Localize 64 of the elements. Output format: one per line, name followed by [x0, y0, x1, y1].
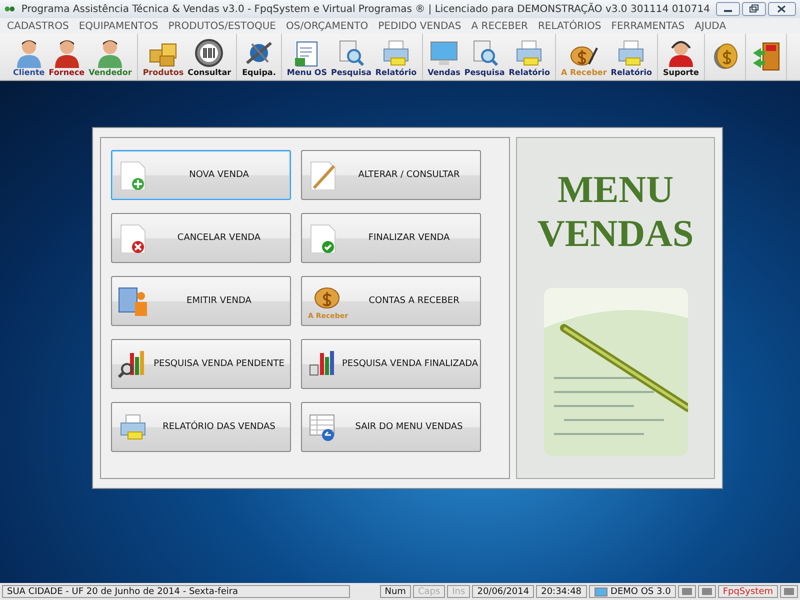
- window-title: Programa Assistência Técnica & Vendas v3.0 - FpqSystem e Virtual Programas ® | Licenciado para DEMONSTRAÇÃO v3.0 301114 010714: [21, 4, 710, 14]
- status-panel: Ins: [447, 585, 470, 598]
- minimize-icon[interactable]: [716, 2, 740, 16]
- menu-button[interactable]: EMITIR VENDA: [111, 276, 291, 326]
- toolbar-label[interactable]: Produtos: [142, 68, 184, 77]
- toolbar-label[interactable]: Relatório: [375, 68, 417, 77]
- menu-button[interactable]: ALTERAR / CONSULTAR: [301, 150, 481, 200]
- menu-button[interactable]: FINALIZAR VENDA: [301, 213, 481, 263]
- menu-button[interactable]: CANCELAR VENDA: [111, 213, 291, 263]
- menu-button[interactable]: SAIR DO MENU VENDAS: [301, 402, 481, 452]
- printer-icon: [616, 38, 646, 68]
- menu-item[interactable]: PRODUTOS/ESTOQUE: [163, 20, 281, 32]
- panel-title: MENU: [557, 168, 674, 212]
- status-icon[interactable]: [678, 585, 696, 598]
- toolbar-label[interactable]: Consultar: [188, 68, 232, 77]
- menu-item[interactable]: A RECEBER: [466, 20, 533, 32]
- toolbar-label[interactable]: Vendas: [428, 68, 460, 77]
- toolbar-label[interactable]: Suporte: [663, 68, 699, 77]
- status-panel: DEMO OS 3.0: [588, 585, 676, 598]
- person-icon: [14, 38, 43, 68]
- menu-item[interactable]: AJUDA: [690, 20, 732, 32]
- printer-icon: [380, 38, 411, 68]
- status-panel: Num: [380, 585, 411, 598]
- menu-item[interactable]: RELATÓRIOS: [532, 20, 606, 32]
- exit-door-icon: [750, 41, 781, 71]
- check-document-icon: [308, 223, 338, 253]
- menu-button[interactable]: NOVA VENDA: [111, 150, 291, 200]
- restore-icon[interactable]: [742, 2, 766, 16]
- status-icon[interactable]: [780, 585, 798, 598]
- toolbar-label[interactable]: Equipa.: [242, 68, 276, 77]
- toolbar-label[interactable]: Relatório: [508, 68, 550, 77]
- person-document-icon: [118, 286, 148, 316]
- status-icon[interactable]: [698, 585, 716, 598]
- panel-title: VENDAS: [537, 212, 694, 256]
- status-panel: FpqSystem: [718, 585, 778, 598]
- status-panel: 20:34:48: [536, 585, 587, 598]
- monitor-icon: [594, 586, 608, 596]
- menu-button[interactable]: RELATÓRIO DAS VENDAS: [111, 402, 291, 452]
- new-document-icon: [118, 160, 148, 190]
- toolbar-label[interactable]: Pesquisa: [464, 68, 505, 77]
- toolbar-label[interactable]: Cliente: [13, 68, 45, 77]
- close-icon[interactable]: [768, 2, 796, 16]
- menu-item[interactable]: CADASTROS: [2, 20, 74, 32]
- barcode-icon: [194, 38, 224, 68]
- menu-button[interactable]: PESQUISA VENDA PENDENTE: [111, 339, 291, 389]
- toolbar-label[interactable]: Vendedor: [88, 68, 132, 77]
- printer-icon: [514, 38, 544, 68]
- menu-item[interactable]: FERRAMENTAS: [606, 20, 690, 32]
- menu-item[interactable]: PEDIDO VENDAS: [373, 20, 466, 32]
- printer-icon: [118, 412, 148, 442]
- toolbar-label[interactable]: Fornece: [48, 68, 85, 77]
- status-panel: Caps: [412, 585, 446, 598]
- status-panel: 20/06/2014: [472, 585, 534, 598]
- cancel-document-icon: [118, 223, 148, 253]
- menu-item[interactable]: EQUIPAMENTOS: [74, 20, 164, 32]
- toolbar-label[interactable]: Relatório: [610, 68, 652, 77]
- toolbar-label[interactable]: Pesquisa: [330, 68, 372, 77]
- menu-item[interactable]: OS/ORÇAMENTO: [281, 20, 374, 32]
- toolbar-label[interactable]: Menu OS: [286, 68, 327, 77]
- person-icon: [52, 38, 81, 68]
- menu-button[interactable]: PESQUISA VENDA FINALIZADA: [301, 339, 481, 389]
- status-panel: SUA CIDADE - UF 20 de Junho de 2014 - Sexta-feira: [2, 585, 350, 598]
- pencil-document-icon: [308, 160, 338, 190]
- person-icon: [96, 38, 124, 68]
